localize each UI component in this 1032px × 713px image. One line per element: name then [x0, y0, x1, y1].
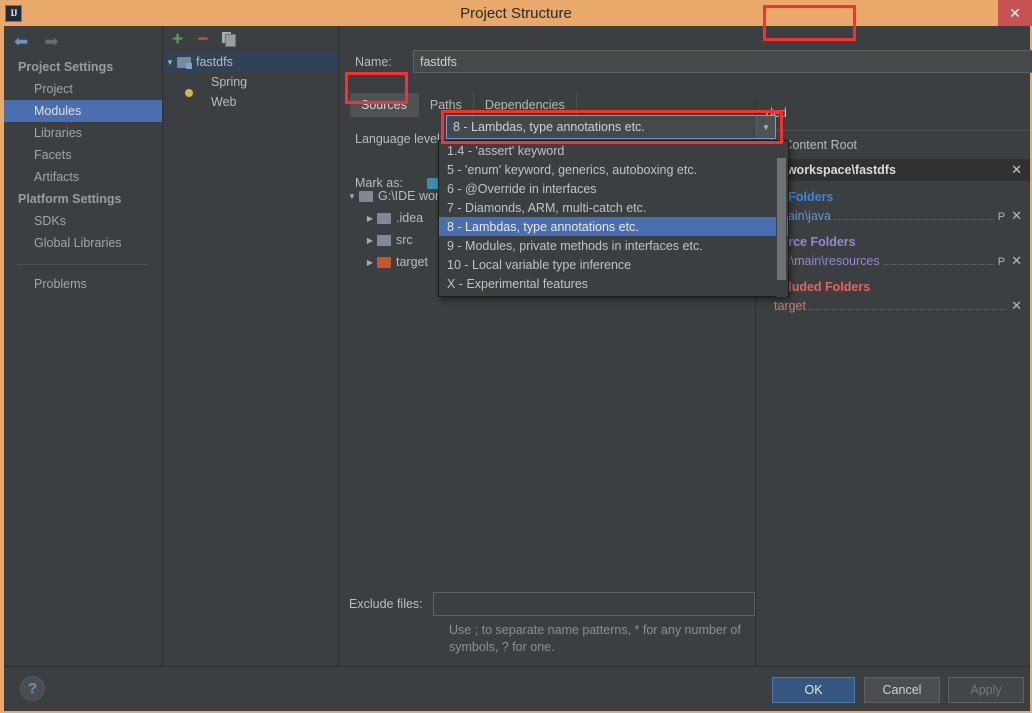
content-tree-label: .idea [396, 211, 424, 225]
ok-button[interactable]: OK [772, 677, 855, 703]
sidebar-header-project-settings: Project Settings [18, 60, 114, 74]
content-tree-label: src [396, 233, 413, 247]
module-name-label: Name: [355, 54, 392, 69]
sidebar-item-modules[interactable]: Modules [4, 100, 162, 122]
ok-button-highlight [763, 5, 856, 41]
dialog-button-bar: ? OK Cancel Apply [4, 667, 1030, 711]
module-tree-label: Spring [211, 75, 248, 89]
source-folder-row[interactable]: \main\java P ✕ [756, 207, 1030, 226]
exclude-files-input[interactable] [433, 592, 755, 616]
sidebar-item-problems[interactable]: Problems [4, 273, 162, 295]
content-root-row[interactable]: DE workspace\fastdfs ✕ [756, 159, 1030, 181]
dropdown-item-4[interactable]: 7 - Diamonds, ARM, multi-catch etc. [439, 198, 788, 217]
folder-icon [359, 190, 373, 202]
remove-module-icon[interactable]: − [197, 30, 208, 49]
tab-dependencies[interactable]: Dependencies [474, 93, 577, 117]
content-root-details-panel: ded dd Content Root DE workspace\fastdfs… [756, 100, 1030, 666]
title-bar: IJ Project Structure ✕ [0, 0, 1032, 26]
excluded-folders-title: Excluded Folders [766, 280, 871, 294]
forward-arrow-icon[interactable]: ➡ [44, 33, 58, 50]
exclude-files-label: Exclude files: [349, 597, 423, 611]
language-level-dropdown[interactable]: 1.4 - 'assert' keyword 5 - 'enum' keywor… [438, 140, 789, 297]
web-facet-icon [191, 95, 206, 109]
content-tree-label: target [396, 255, 428, 269]
excluded-folder-path: target [774, 299, 806, 313]
add-module-icon[interactable]: + [172, 30, 183, 49]
sidebar-item-project[interactable]: Project [4, 78, 162, 100]
dotted-leader [833, 219, 994, 220]
exclude-files-hint: Use ; to separate name patterns, * for a… [449, 623, 741, 654]
dropdown-item-2[interactable]: 5 - 'enum' keyword, generics, autoboxing… [439, 160, 788, 179]
collapse-triangle-icon[interactable]: ▶ [363, 236, 377, 245]
copy-module-icon[interactable] [222, 32, 237, 47]
remove-source-folder-icon[interactable]: ✕ [1011, 208, 1022, 224]
module-tree-label: fastdfs [196, 55, 233, 69]
module-folder-icon [177, 56, 192, 69]
tab-sources[interactable]: Sources [350, 93, 419, 117]
properties-icon[interactable]: P [998, 256, 1005, 268]
collapse-triangle-icon[interactable]: ▶ [363, 214, 377, 223]
dropdown-item-6[interactable]: 9 - Modules, private methods in interfac… [439, 236, 788, 255]
modules-panel: + − ▼ fastdfs Spring Web [163, 26, 338, 666]
close-icon[interactable]: ✕ [998, 0, 1032, 26]
folder-icon [377, 212, 391, 224]
settings-sidebar: ⬅ ➡ Project Settings Project Modules Lib… [4, 26, 162, 666]
content-tree-label: G:\IDE wor [378, 189, 440, 203]
spring-facet-icon [191, 75, 206, 89]
expand-triangle-icon[interactable]: ▼ [345, 192, 359, 201]
excluded-mark-label: ded [766, 106, 787, 120]
sidebar-item-global-libraries[interactable]: Global Libraries [4, 232, 162, 254]
dropdown-item-5-selected[interactable]: 8 - Lambdas, type annotations etc. [439, 217, 788, 236]
sidebar-item-sdks[interactable]: SDKs [4, 210, 162, 232]
source-folders-title: rce Folders [766, 190, 834, 204]
resource-folders-title: source Folders [766, 235, 856, 249]
language-level-combobox[interactable]: 8 - Lambdas, type annotations etc. ▼ [446, 115, 776, 139]
help-icon[interactable]: ? [20, 676, 45, 701]
dropdown-item-8[interactable]: X - Experimental features [439, 274, 788, 293]
resource-folder-row[interactable]: src\main\resources P ✕ [756, 252, 1030, 271]
sidebar-divider [18, 264, 148, 265]
modules-toolbar: + − [163, 26, 338, 52]
dropdown-scrollbar-thumb[interactable] [777, 158, 786, 280]
editor-tabs: Sources Paths Dependencies [350, 93, 577, 117]
properties-icon[interactable]: P [998, 211, 1005, 223]
add-content-root-button[interactable]: dd Content Root [756, 131, 1030, 159]
folder-icon [377, 234, 391, 246]
sidebar-item-facets[interactable]: Facets [4, 144, 162, 166]
excluded-folder-icon [377, 256, 391, 268]
language-level-value: 8 - Lambdas, type annotations etc. [453, 120, 645, 134]
remove-resource-folder-icon[interactable]: ✕ [1011, 253, 1022, 269]
project-structure-dialog: IJ Project Structure ✕ ⬅ ➡ Project Setti… [0, 0, 1032, 713]
dropdown-item-3[interactable]: 6 - @Override in interfaces [439, 179, 788, 198]
back-arrow-icon[interactable]: ⬅ [14, 33, 28, 50]
module-name-input[interactable]: fastdfs [413, 50, 1032, 73]
dotted-leader [808, 309, 1008, 310]
collapse-triangle-icon[interactable]: ▶ [363, 258, 377, 267]
exclude-files-row: Exclude files: [349, 592, 755, 616]
module-name-row: Name: fastdfs [345, 38, 1032, 73]
sidebar-item-artifacts[interactable]: Artifacts [4, 166, 162, 188]
dropdown-item-1[interactable]: 1.4 - 'assert' keyword [439, 141, 788, 160]
mark-as-label: Mark as: [355, 176, 403, 190]
module-tree-row-fastdfs[interactable]: ▼ fastdfs [163, 52, 338, 72]
cancel-button[interactable]: Cancel [864, 677, 940, 703]
sidebar-item-libraries[interactable]: Libraries [4, 122, 162, 144]
chevron-down-icon[interactable]: ▼ [756, 116, 775, 138]
expand-triangle-icon[interactable]: ▼ [163, 58, 177, 67]
dotted-leader [882, 264, 994, 265]
resource-folder-path: src\main\resources [774, 254, 880, 268]
remove-content-root-icon[interactable]: ✕ [1011, 162, 1022, 178]
excluded-folder-row[interactable]: target ✕ [756, 297, 1030, 316]
module-tree-label: Web [211, 95, 237, 109]
apply-button: Apply [948, 677, 1024, 703]
module-tree-row-web[interactable]: Web [163, 92, 338, 112]
dropdown-scrollbar[interactable] [776, 142, 787, 297]
remove-excluded-folder-icon[interactable]: ✕ [1011, 298, 1022, 314]
sidebar-header-platform-settings: Platform Settings [18, 192, 122, 206]
sidebar-navigation: ⬅ ➡ [4, 26, 162, 56]
tab-paths[interactable]: Paths [419, 93, 474, 117]
dropdown-item-7[interactable]: 10 - Local variable type inference [439, 255, 788, 274]
window-title: Project Structure [460, 4, 572, 22]
